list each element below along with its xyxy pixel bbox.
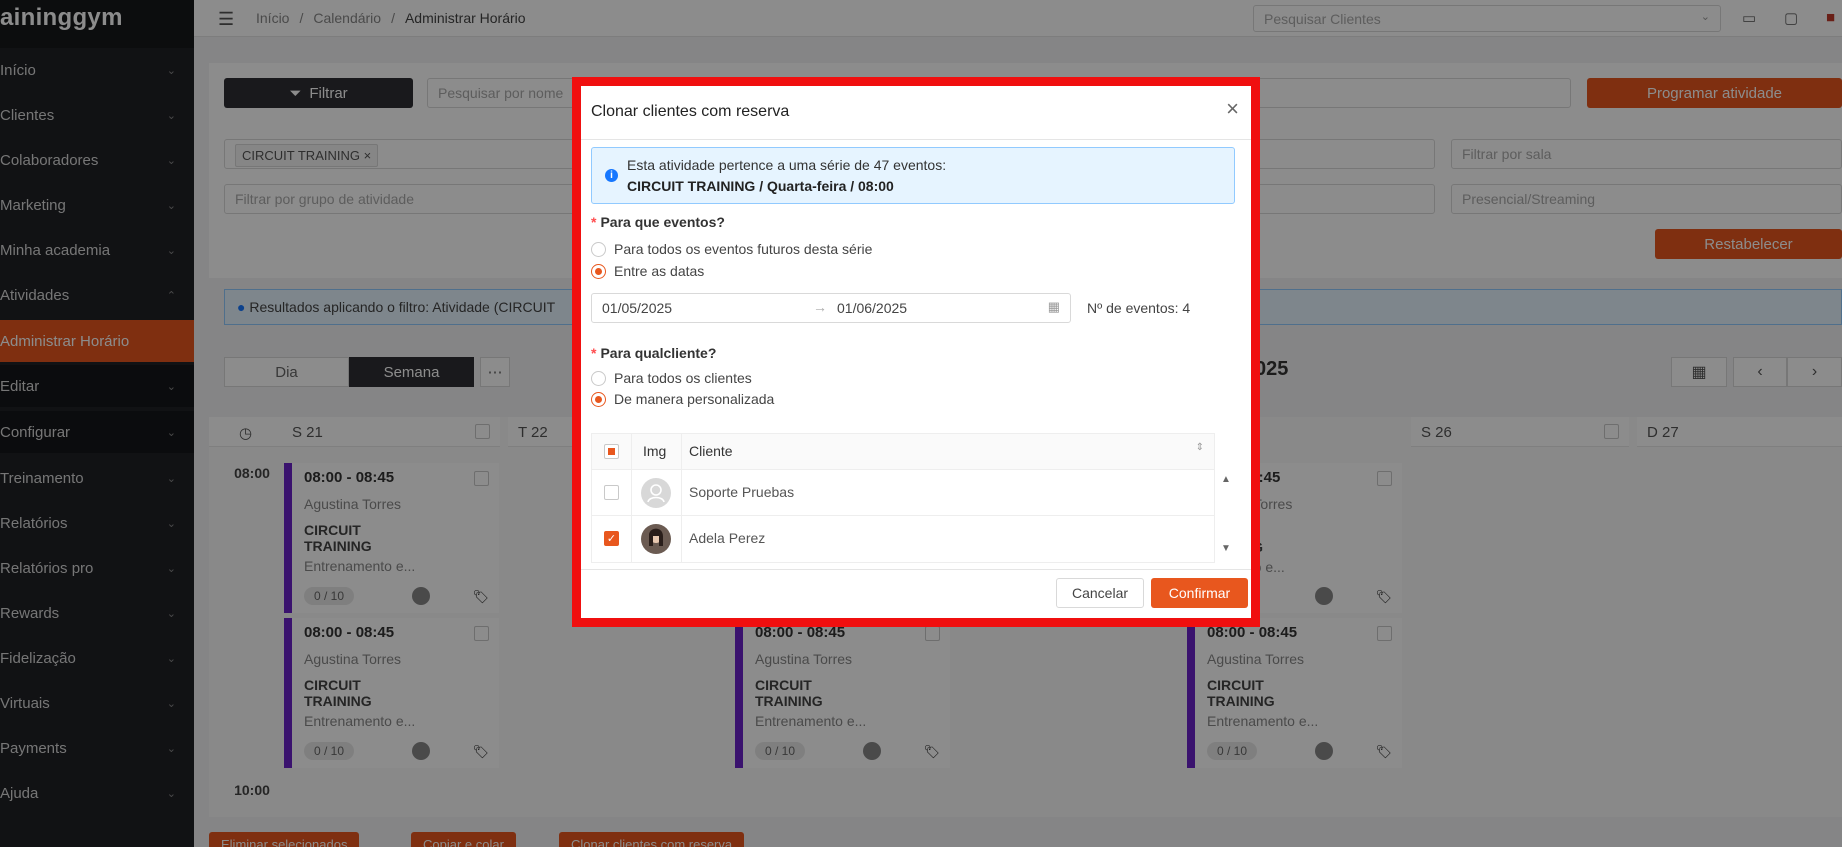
events-count: Nº de eventos: 4 [1087,300,1191,316]
close-icon[interactable]: × [1226,98,1239,120]
sort-icon[interactable]: ⇕ [1196,442,1204,453]
events-question-label: * Para que eventos? [591,214,725,230]
table-header: Img Cliente ⇕ [592,434,1214,470]
avatar [641,478,671,508]
divider [581,139,1251,140]
radio-custom-clients[interactable]: De manera personalizada [591,391,774,407]
date-from[interactable]: 01/05/2025 [602,300,672,316]
row-checkbox[interactable]: ✓ [604,531,619,546]
confirm-button[interactable]: Confirmar [1151,578,1248,608]
modal-title: Clonar clientes com reserva [591,103,790,120]
radio-between-dates[interactable]: Entre as datas [591,263,704,279]
radio-all-clients[interactable]: Para todos os clientes [591,370,752,386]
radio-all-future-events[interactable]: Para todos os eventos futuros desta séri… [591,241,872,257]
table-row[interactable]: ✓ Adela Perez [592,516,1214,562]
info-icon: i [605,169,618,182]
series-info-alert: i Esta atividade pertence a uma série de… [591,147,1235,204]
select-all-checkbox[interactable] [604,444,619,459]
date-range-picker[interactable]: 01/05/2025 → 01/06/2025 ▦ [591,293,1071,323]
client-name: Adela Perez [689,530,766,546]
arrow-right-icon: → [813,299,827,315]
client-name: Soporte Pruebas [689,484,795,500]
divider [581,569,1251,570]
cancel-button[interactable]: Cancelar [1056,578,1144,608]
date-to[interactable]: 01/06/2025 [837,300,907,316]
clients-table: Img Cliente ⇕ Soporte Pruebas ✓ Adela Pe… [591,433,1215,563]
modal-highlight-frame: Clonar clientes com reserva × i Esta ati… [572,77,1260,627]
scroll-down-icon[interactable]: ▼ [1221,543,1231,554]
col-cliente[interactable]: Cliente [689,443,733,459]
avatar [641,524,671,554]
clients-question-label: * Para qualcliente? [591,345,717,361]
scroll-up-icon[interactable]: ▲ [1221,474,1231,485]
row-checkbox[interactable] [604,485,619,500]
calendar-icon: ▦ [1047,299,1060,314]
clone-clients-modal: Clonar clientes com reserva × i Esta ati… [581,86,1251,618]
table-row[interactable]: Soporte Pruebas [592,470,1214,516]
col-img: Img [643,443,667,459]
